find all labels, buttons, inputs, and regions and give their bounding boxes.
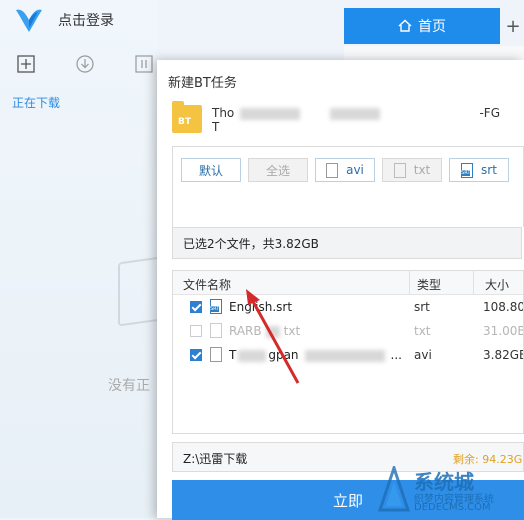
dialog-title: 新建BT任务 <box>168 76 237 91</box>
empty-state-text: 没有正 <box>108 378 150 394</box>
table-row[interactable]: RARB txt txt 31.00B <box>173 320 523 344</box>
srt-file-icon <box>461 162 474 178</box>
filter-avi-button[interactable]: avi <box>315 158 375 182</box>
file-name-tail: txt <box>283 324 301 338</box>
save-path-text: Z:\迅雷下载 <box>183 452 248 466</box>
download-icon[interactable] <box>75 54 95 74</box>
file-name: English.srt <box>229 300 293 314</box>
file-name-mid: gpan <box>268 348 299 362</box>
table-row[interactable]: Tgpan... avi 3.82GB <box>173 344 523 368</box>
sidebar: 点击登录 正在下载 没有正 <box>0 0 182 518</box>
file-type: srt <box>414 300 430 314</box>
file-table: 文件名称 类型 大小 English.srt srt 108.80K RARB t… <box>172 270 524 434</box>
file-size: 31.00B <box>483 324 524 338</box>
filter-txt-button[interactable]: txt <box>382 158 442 182</box>
filter-default-button[interactable]: 默认 <box>181 158 241 182</box>
filter-select-all-label: 全选 <box>265 163 290 178</box>
downloading-nav-item[interactable]: 正在下载 <box>12 94 60 111</box>
file-name-tail: ... <box>390 348 402 362</box>
table-header: 文件名称 类型 大小 <box>173 271 523 295</box>
video-file-icon <box>210 347 222 362</box>
start-download-label: 立即 <box>332 491 363 510</box>
filter-select-all-button[interactable]: 全选 <box>248 158 308 182</box>
task-name-suffix: -FG <box>479 106 500 120</box>
bt-file-icon: BT <box>172 101 202 133</box>
filter-srt-button[interactable]: srt <box>449 158 509 182</box>
task-name-line2: T <box>212 120 220 134</box>
col-name-header[interactable]: 文件名称 <box>183 276 231 293</box>
col-size-header[interactable]: 大小 <box>485 276 509 293</box>
col-type-header[interactable]: 类型 <box>417 276 441 293</box>
filter-default-label: 默认 <box>198 163 223 178</box>
file-type: avi <box>414 348 432 362</box>
file-size: 3.82GB <box>483 348 524 362</box>
bt-badge: BT <box>178 117 191 127</box>
file-size: 108.80K <box>483 300 523 314</box>
filter-txt-label: txt <box>413 163 431 177</box>
tab-home[interactable]: 首页 <box>344 8 500 44</box>
task-name-prefix: Tho <box>212 106 235 120</box>
table-row[interactable]: English.srt srt 108.80K <box>173 296 523 320</box>
srt-file-icon <box>210 299 222 314</box>
start-download-button[interactable]: 立即 <box>172 480 524 520</box>
file-name: RARB <box>229 324 262 338</box>
pause-icon[interactable] <box>134 54 154 74</box>
filter-srt-label: srt <box>481 163 497 177</box>
task-name: Tho -FG T <box>212 106 512 134</box>
new-bt-task-dialog: 新建BT任务 BT Tho -FG T 默认 全选 avi txt srt 已选… <box>157 60 524 520</box>
login-link[interactable]: 点击登录 <box>58 10 114 30</box>
row-checkbox[interactable] <box>190 301 202 313</box>
plus-icon[interactable] <box>16 54 36 74</box>
avi-file-icon <box>326 162 339 178</box>
tab-home-label: 首页 <box>418 19 446 35</box>
row-checkbox[interactable] <box>190 325 202 337</box>
txt-file-icon <box>393 162 406 178</box>
selection-summary: 已选2个文件，共3.82GB <box>172 227 522 259</box>
remaining-space: 剩余: 94.23G <box>453 453 523 466</box>
row-checkbox[interactable] <box>190 349 202 361</box>
add-tab-button[interactable]: + <box>502 8 524 44</box>
txt-file-icon <box>210 323 222 338</box>
home-icon <box>398 19 412 32</box>
file-name: T <box>229 348 237 362</box>
xunlei-logo-icon <box>16 9 42 32</box>
file-type: txt <box>414 324 431 338</box>
save-path-field[interactable]: Z:\迅雷下载 剩余: 94.23G <box>172 442 524 472</box>
filter-avi-label: avi <box>346 163 364 177</box>
